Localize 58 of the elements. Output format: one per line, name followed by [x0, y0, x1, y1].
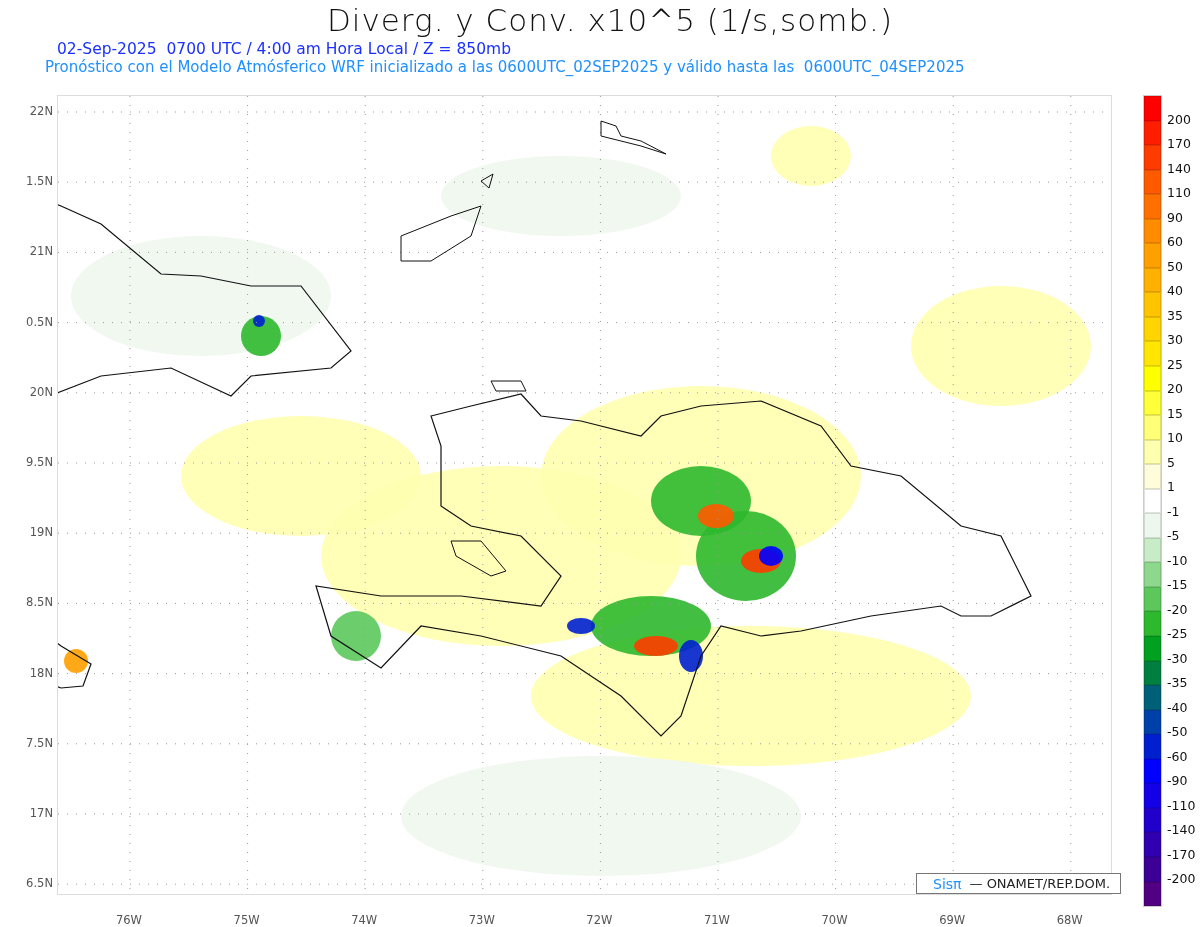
longitude-label: 68W — [1055, 913, 1084, 927]
scale-label: 20 — [1167, 380, 1184, 398]
scale-label: 25 — [1167, 355, 1184, 374]
scale-label: -20 — [1167, 600, 1189, 619]
longitude-label: 76W — [115, 913, 143, 927]
latitude-label: 22N — [28, 103, 54, 120]
scale-label: 110 — [1167, 184, 1192, 202]
credit-text: — ONAMET/REP.DOM. — [969, 876, 1111, 891]
latitude-label: 7.5N — [25, 734, 54, 752]
scale-label: 50 — [1167, 257, 1184, 276]
latitude-label: 18N — [28, 664, 54, 682]
scale-label: -30 — [1167, 649, 1189, 668]
scale-label: -170 — [1167, 845, 1196, 864]
longitude-label: 70W — [820, 913, 849, 927]
scale-label: 1 — [1167, 478, 1176, 496]
scale-label: -90 — [1167, 772, 1189, 790]
longitude-label: 71W — [702, 913, 731, 927]
scale-label: 140 — [1167, 159, 1192, 178]
longitude-label: 72W — [585, 913, 614, 927]
latitude-label: 21N — [28, 243, 54, 261]
latitude-label: 9.5N — [25, 453, 54, 471]
longitude-label: 75W — [232, 913, 261, 927]
longitude-label: 69W — [938, 913, 967, 927]
latitude-label: 20N — [28, 383, 54, 401]
chart-title: Diverg. y Conv. x10^5 (1/s,somb.) — [326, 2, 894, 38]
forecast-note: Pronóstico con el Modelo Atmósferico WRF inicializado a las 0600UTC_02SEP2025 y válido hasta las 0600UTC_04SEP2025 — [45, 58, 966, 76]
brand-logo: Sisπ — [933, 875, 962, 892]
scale-label: 170 — [1167, 135, 1192, 153]
scale-label: -40 — [1167, 698, 1189, 717]
scale-label: 30 — [1167, 331, 1184, 349]
scale-label: 90 — [1167, 208, 1184, 227]
scale-label: -50 — [1167, 723, 1189, 741]
scale-label: -110 — [1167, 796, 1196, 815]
scale-label: 35 — [1167, 306, 1184, 325]
longitude-label: 73W — [467, 913, 496, 927]
latitude-label: 17N — [28, 804, 54, 822]
scale-label: 60 — [1167, 233, 1184, 251]
scale-label: 40 — [1167, 282, 1184, 300]
scale-label: -5 — [1167, 527, 1181, 545]
scale-label: 15 — [1167, 404, 1184, 423]
scale-label: -60 — [1167, 747, 1189, 766]
latitude-label: 1.5N — [25, 173, 54, 191]
scale-label: -10 — [1167, 551, 1189, 570]
scale-label: -25 — [1167, 625, 1189, 643]
date-subtitle: 02-Sep-2025 0700 UTC / 4:00 am Hora Local / Z = 850mb — [57, 40, 513, 58]
scale-label: 5 — [1167, 453, 1176, 472]
scale-label: 200 — [1167, 110, 1192, 129]
latitude-label: 19N — [28, 524, 54, 542]
scale-label: -15 — [1167, 576, 1189, 594]
latitude-label: 6.5N — [25, 875, 54, 893]
scale-label: -35 — [1167, 674, 1189, 692]
scale-label: -200 — [1167, 870, 1196, 888]
longitude-label: 74W — [350, 913, 379, 927]
latitude-label: 8.5N — [25, 594, 54, 612]
latitude-label: 0.5N — [25, 313, 54, 331]
scale-label: -1 — [1167, 502, 1181, 521]
scale-label: -140 — [1167, 821, 1196, 839]
scale-label: 10 — [1167, 429, 1184, 447]
